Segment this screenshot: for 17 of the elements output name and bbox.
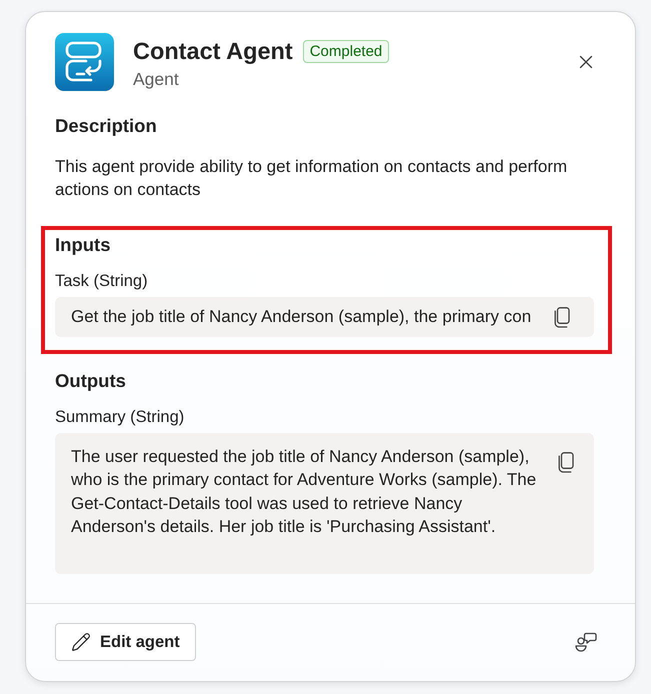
section-heading: Outputs [55,369,127,393]
pencil-icon [71,632,91,652]
section-heading: Inputs [55,233,112,257]
field-value: The user requested the job title of Nancy Anderson (sample), who is the primary contact for Adventure Works (sample). The Get-Contact-Details tool was used to retrieve Nancy Anderson's details. Her job title is 'Purchasing Assistant'. [71,446,538,538]
agent-subtitle: Agent [133,68,180,90]
field-label: Task (String) [55,271,149,291]
person-chat-icon [575,632,597,652]
agent-title: Contact Agent [133,37,293,65]
edit-button[interactable]: Edit agent [55,623,196,661]
field-value: Get the job title of Nancy Anderson (sample), the primary con [71,307,532,327]
description-text: This agent provide ability to get information on contacts and perform actions on contacts [55,156,568,201]
copy-icon [556,452,574,472]
field-label: Summary (String) [55,407,186,427]
status-badge: Completed [302,40,390,62]
copy-icon [552,306,570,328]
agent-app-icon [55,33,114,91]
section-heading: Description [55,114,158,138]
